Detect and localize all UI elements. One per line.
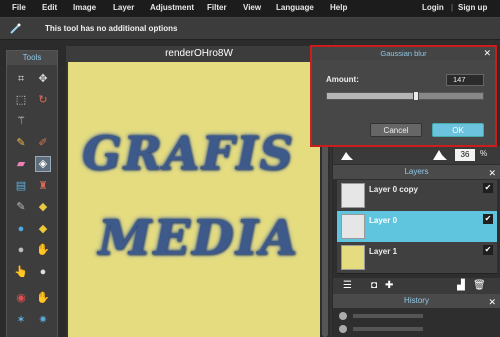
layer-name: Layer 1 xyxy=(369,247,398,256)
layer-name: Layer 0 copy xyxy=(369,185,418,194)
document-window: renderOHro8W GRAFIS MEDIA xyxy=(66,46,332,337)
new-layer-icon[interactable]: ▟ xyxy=(457,280,465,291)
dialog-title: Gaussian blur xyxy=(380,49,427,58)
signup-link[interactable]: Sign up xyxy=(458,3,487,12)
shape-icon[interactable]: ◆ xyxy=(35,199,51,215)
close-icon[interactable]: ✕ xyxy=(483,47,491,60)
layer-opacity-row: 36 % xyxy=(333,146,500,164)
cancel-button[interactable]: Cancel xyxy=(370,123,422,137)
smudge-icon[interactable]: 👆 xyxy=(13,264,29,280)
history-entry[interactable] xyxy=(353,314,423,318)
layer-item[interactable]: Layer 0 ✔ xyxy=(337,211,497,243)
gradient-icon[interactable]: ▤ xyxy=(13,178,29,194)
paint-bucket-icon[interactable]: ◈ xyxy=(35,156,51,172)
menu-filter[interactable]: Filter xyxy=(207,3,227,12)
amount-slider[interactable] xyxy=(326,91,484,101)
amount-input[interactable]: 147 xyxy=(446,74,484,86)
crop-icon[interactable]: ⌗ xyxy=(13,71,29,87)
tool-options-bar: This tool has no additional options xyxy=(0,18,500,40)
layers-panel-header: Layers ✕ xyxy=(333,165,500,179)
move-icon[interactable]: ✥ xyxy=(35,71,51,87)
menu-edit[interactable]: Edit xyxy=(42,3,57,12)
art-text-media: MEDIA xyxy=(98,210,300,266)
sharpen-icon[interactable]: ◆ xyxy=(35,221,51,237)
mountain-large-icon xyxy=(433,150,447,160)
menu-view[interactable]: View xyxy=(243,3,261,12)
magic-wand-icon[interactable]: ⚚ xyxy=(13,113,29,129)
sponge-icon[interactable]: ✋ xyxy=(35,242,51,258)
menu-bar: File Edit Image Layer Adjustment Filter … xyxy=(0,0,500,18)
history-entry-icon xyxy=(339,325,347,333)
login-link[interactable]: Login xyxy=(422,3,444,12)
gaussian-blur-dialog: Gaussian blur ✕ Amount: 147 Cancel OK xyxy=(310,45,497,147)
color-replace-icon[interactable]: ✎ xyxy=(13,199,29,215)
blur-icon[interactable]: ● xyxy=(13,242,29,258)
marquee-icon[interactable]: ⬚ xyxy=(13,92,29,108)
slider-handle[interactable] xyxy=(412,91,419,101)
drop-icon[interactable]: ● xyxy=(13,221,29,237)
layer-thumbnail xyxy=(341,183,365,208)
menu-adjustment[interactable]: Adjustment xyxy=(150,3,194,12)
brush-icon[interactable]: ✐ xyxy=(35,135,51,151)
opacity-unit: % xyxy=(480,149,488,158)
layer-visibility-checkbox[interactable]: ✔ xyxy=(483,214,493,224)
history-entry-icon xyxy=(339,312,347,320)
clone-stamp-icon[interactable]: ♜ xyxy=(35,178,51,194)
menu-file[interactable]: File xyxy=(12,3,26,12)
tool-options-message: This tool has no additional options xyxy=(45,24,178,33)
menu-help[interactable]: Help xyxy=(330,3,347,12)
layer-thumbnail xyxy=(341,245,365,270)
bloat-icon[interactable]: ✶ xyxy=(13,312,29,328)
layers-panel-title: Layers xyxy=(404,167,429,176)
dodge-icon[interactable]: ● xyxy=(35,264,51,280)
magic-wand-icon xyxy=(10,23,21,34)
history-panel-header: History ✕ xyxy=(333,294,500,308)
add-layer-icon[interactable]: ✚ xyxy=(385,280,393,291)
tools-panel: Tools ⌗ ✥ ⬚ ↻ ⚚ ✎ ✐ ▰ ◈ ▤ ♜ ✎ ◆ ● ◆ ● ✋ … xyxy=(6,50,58,337)
menu-language[interactable]: Language xyxy=(276,3,314,12)
tools-panel-title: Tools xyxy=(7,51,57,65)
eraser-icon[interactable]: ▰ xyxy=(13,156,29,172)
document-title: renderOHro8W xyxy=(66,46,332,62)
pencil-icon[interactable]: ✎ xyxy=(13,135,29,151)
mountain-small-icon xyxy=(341,152,353,160)
app-window: File Edit Image Layer Adjustment Filter … xyxy=(0,0,500,337)
layer-item[interactable]: Layer 1 ✔ xyxy=(337,242,497,274)
lasso-icon[interactable]: ↻ xyxy=(35,92,51,108)
history-entry[interactable] xyxy=(353,327,423,331)
opacity-input[interactable]: 36 xyxy=(455,149,475,161)
layer-thumbnail xyxy=(341,214,365,239)
close-icon[interactable]: ✕ xyxy=(488,166,496,180)
layer-item[interactable]: Layer 0 copy ✔ xyxy=(337,180,497,212)
layer-visibility-checkbox[interactable]: ✔ xyxy=(483,183,493,193)
amount-label: Amount: xyxy=(326,75,359,84)
menu-layer[interactable]: Layer xyxy=(113,3,134,12)
history-panel-title: History xyxy=(404,296,429,305)
close-icon[interactable]: ✕ xyxy=(488,295,496,309)
layer-visibility-checkbox[interactable]: ✔ xyxy=(483,245,493,255)
dialog-header: Gaussian blur ✕ xyxy=(312,47,495,60)
burn-icon[interactable]: ✋ xyxy=(35,290,51,306)
menu-separator: | xyxy=(451,3,454,12)
image-canvas[interactable]: GRAFIS MEDIA xyxy=(68,62,325,337)
trash-icon[interactable]: 🗑 xyxy=(473,280,486,291)
menu-image[interactable]: Image xyxy=(73,3,96,12)
art-text-grafis: GRAFIS xyxy=(82,126,295,180)
pinch-icon[interactable]: ✷ xyxy=(35,312,51,328)
layers-toolbar: ☰ ◘ ✚ ▟ 🗑 xyxy=(333,278,500,294)
ok-button[interactable]: OK xyxy=(432,123,484,137)
layer-name: Layer 0 xyxy=(369,216,398,225)
layer-settings-icon[interactable]: ☰ xyxy=(343,280,352,291)
slider-fill xyxy=(327,93,416,99)
red-eye-icon[interactable]: ◉ xyxy=(13,290,29,306)
mask-icon[interactable]: ◘ xyxy=(371,280,377,291)
history-list xyxy=(333,308,500,337)
